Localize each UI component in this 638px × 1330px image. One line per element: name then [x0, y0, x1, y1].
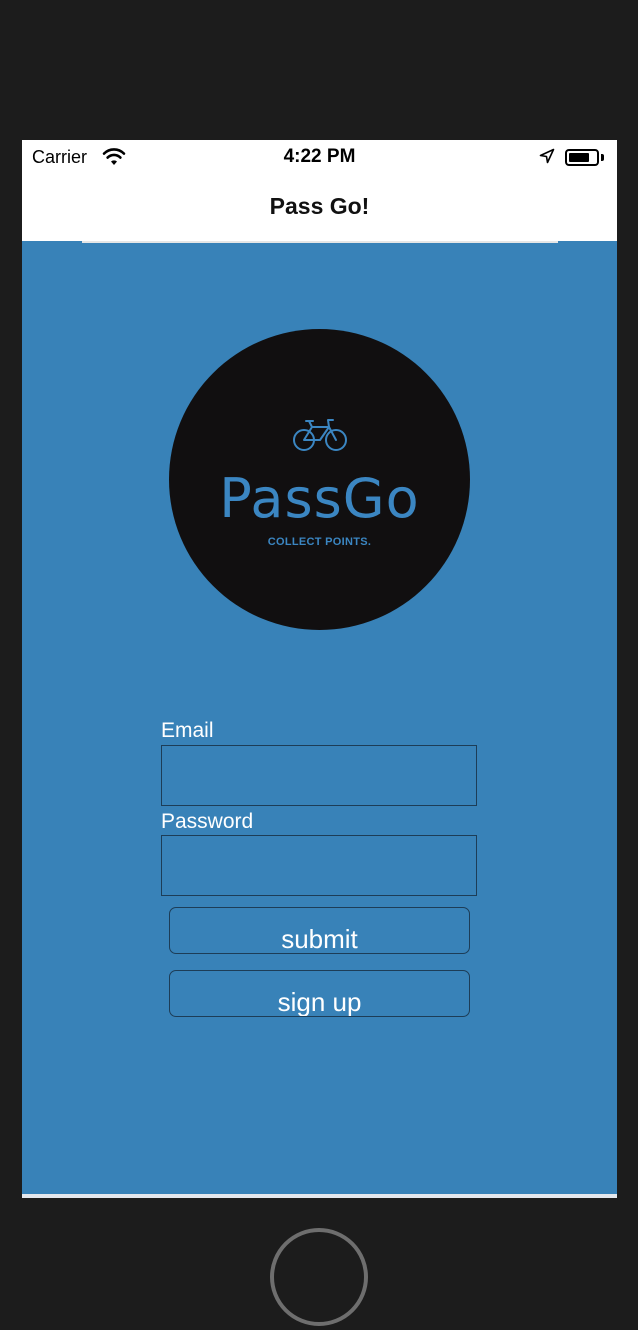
password-label: Password [161, 810, 254, 833]
battery-level [569, 153, 589, 162]
battery-icon [565, 149, 599, 166]
status-bar: Carrier 4:22 PM [22, 140, 617, 174]
location-arrow-icon [539, 148, 555, 164]
page-title: Pass Go! [269, 193, 370, 219]
submit-button[interactable]: submit [169, 907, 470, 954]
home-button[interactable] [270, 1228, 368, 1326]
email-label: Email [161, 719, 214, 742]
navigation-bar: Pass Go! [22, 174, 617, 241]
battery-tip [601, 154, 604, 161]
sign-up-button[interactable]: sign up [169, 970, 470, 1017]
nav-divider [82, 241, 558, 243]
app-screen: Carrier 4:22 PM Pass Go! PassGo COLLECT … [22, 140, 617, 1198]
password-field[interactable] [161, 835, 477, 896]
bicycle-icon [293, 419, 347, 451]
bottom-divider [22, 1194, 617, 1198]
logo-tagline: COLLECT POINTS. [267, 536, 372, 548]
email-field[interactable] [161, 745, 477, 806]
device-frame: Carrier 4:22 PM Pass Go! PassGo COLLECT … [0, 0, 638, 1330]
passgo-logo: PassGo COLLECT POINTS. [169, 329, 470, 630]
logo-wordmark: PassGo [219, 467, 420, 530]
status-time: 4:22 PM [283, 146, 356, 167]
